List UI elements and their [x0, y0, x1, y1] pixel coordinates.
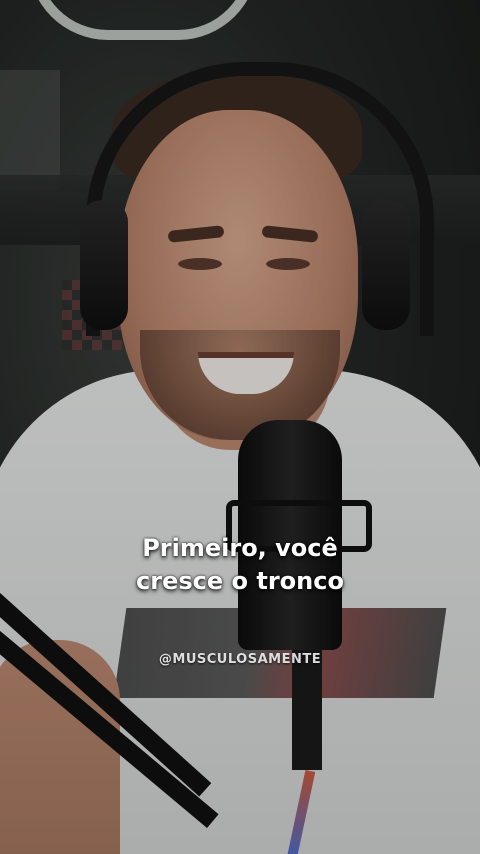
- video-frame[interactable]: Primeiro, você cresce o tronco @MUSCULOS…: [0, 0, 480, 854]
- caption-line-2: cresce o tronco: [136, 567, 344, 595]
- caption-line-1: Primeiro, você: [142, 534, 338, 562]
- channel-watermark: @MUSCULOSAMENTE: [158, 652, 322, 667]
- dim-overlay: [0, 0, 480, 854]
- subtitle-caption: Primeiro, você cresce o tronco: [0, 532, 480, 598]
